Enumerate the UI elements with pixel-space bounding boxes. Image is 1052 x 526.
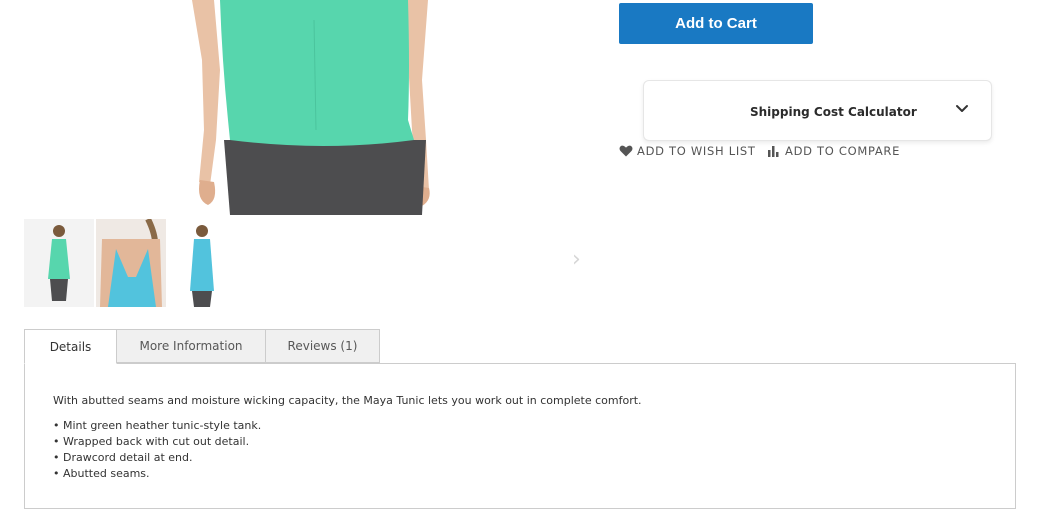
feature-item: Mint green heather tunic-style tank. [53, 418, 261, 434]
thumbnail-2[interactable] [96, 219, 166, 307]
feature-item: Wrapped back with cut out detail. [53, 434, 261, 450]
chevron-right-icon[interactable]: › [572, 249, 581, 271]
feature-item: Drawcord detail at end. [53, 450, 261, 466]
tab-details[interactable]: Details [24, 329, 117, 364]
feature-list: Mint green heather tunic-style tank. Wra… [53, 418, 261, 482]
add-to-compare-label: ADD TO COMPARE [785, 144, 901, 158]
tab-reviews[interactable]: Reviews (1) [265, 329, 380, 363]
shipping-calculator-label: Shipping Cost Calculator [750, 105, 917, 119]
details-panel: With abutted seams and moisture wicking … [24, 363, 1016, 509]
bar-chart-icon [768, 146, 779, 157]
thumbnail-strip: ‹ › [24, 219, 594, 307]
add-to-compare-link[interactable]: ADD TO COMPARE [767, 143, 900, 159]
thumbnail-1[interactable] [24, 219, 94, 307]
chevron-down-icon[interactable] [952, 99, 972, 119]
thumbnail-3[interactable] [168, 219, 238, 307]
tab-more-information[interactable]: More Information [116, 329, 266, 363]
product-photo [192, 0, 430, 215]
product-description: With abutted seams and moisture wicking … [53, 394, 642, 407]
add-to-wishlist-label: ADD TO WISH LIST [637, 144, 756, 158]
feature-item: Abutted seams. [53, 466, 261, 482]
heart-icon [619, 145, 633, 157]
add-to-wishlist-link[interactable]: ADD TO WISH LIST [619, 143, 756, 159]
add-to-cart-button[interactable]: Add to Cart [619, 3, 813, 44]
main-product-image[interactable] [24, 0, 594, 215]
shipping-calculator-panel[interactable]: Shipping Cost Calculator [643, 80, 992, 141]
